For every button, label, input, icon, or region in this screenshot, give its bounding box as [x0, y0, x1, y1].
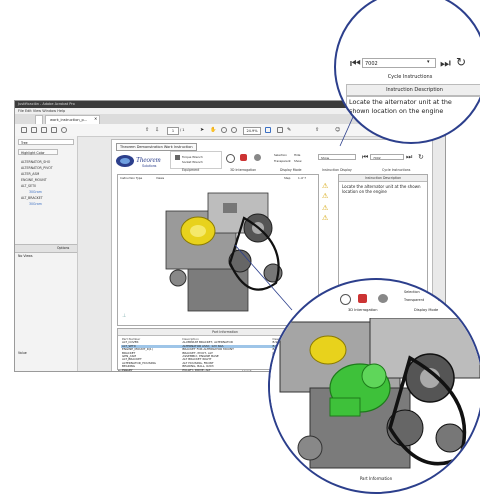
- step-select[interactable]: 7002: [362, 58, 436, 68]
- instruction-text: Locate the alternator unit at the shown …: [349, 98, 452, 115]
- display-option[interactable]: Selection: [404, 290, 420, 294]
- display-option[interactable]: Transparent: [404, 298, 424, 302]
- interrogation-label: 3D Interrogation: [348, 308, 378, 312]
- display-option[interactable]: Show: [438, 298, 447, 302]
- zoom-callout-engine: Selection Hide Transparent Show 3D Inter…: [268, 278, 480, 494]
- previous-step-icon[interactable]: ⏮: [350, 56, 361, 71]
- part-information-header: Part Information: [359, 476, 393, 481]
- next-step-icon[interactable]: ⏭: [440, 56, 451, 71]
- measure-icon[interactable]: [340, 294, 351, 305]
- section-icon[interactable]: [358, 294, 367, 303]
- engine-model-zoom[interactable]: [270, 318, 480, 478]
- callout-toolbar: Selection Hide Transparent Show 3D Inter…: [330, 286, 480, 318]
- reset-view-icon[interactable]: [378, 294, 388, 303]
- chevron-down-icon[interactable]: ▾: [427, 59, 430, 65]
- zoom-callout-instructions: ⏮ 7002 ▾ ⏭ ↻ Cycle Instructions Instruct…: [334, 0, 480, 144]
- display-mode-label: Display Mode: [414, 308, 439, 312]
- display-option[interactable]: Hide: [438, 290, 446, 294]
- cycle-label: Cycle Instructions: [387, 74, 433, 80]
- reset-icon[interactable]: ↻: [456, 55, 466, 69]
